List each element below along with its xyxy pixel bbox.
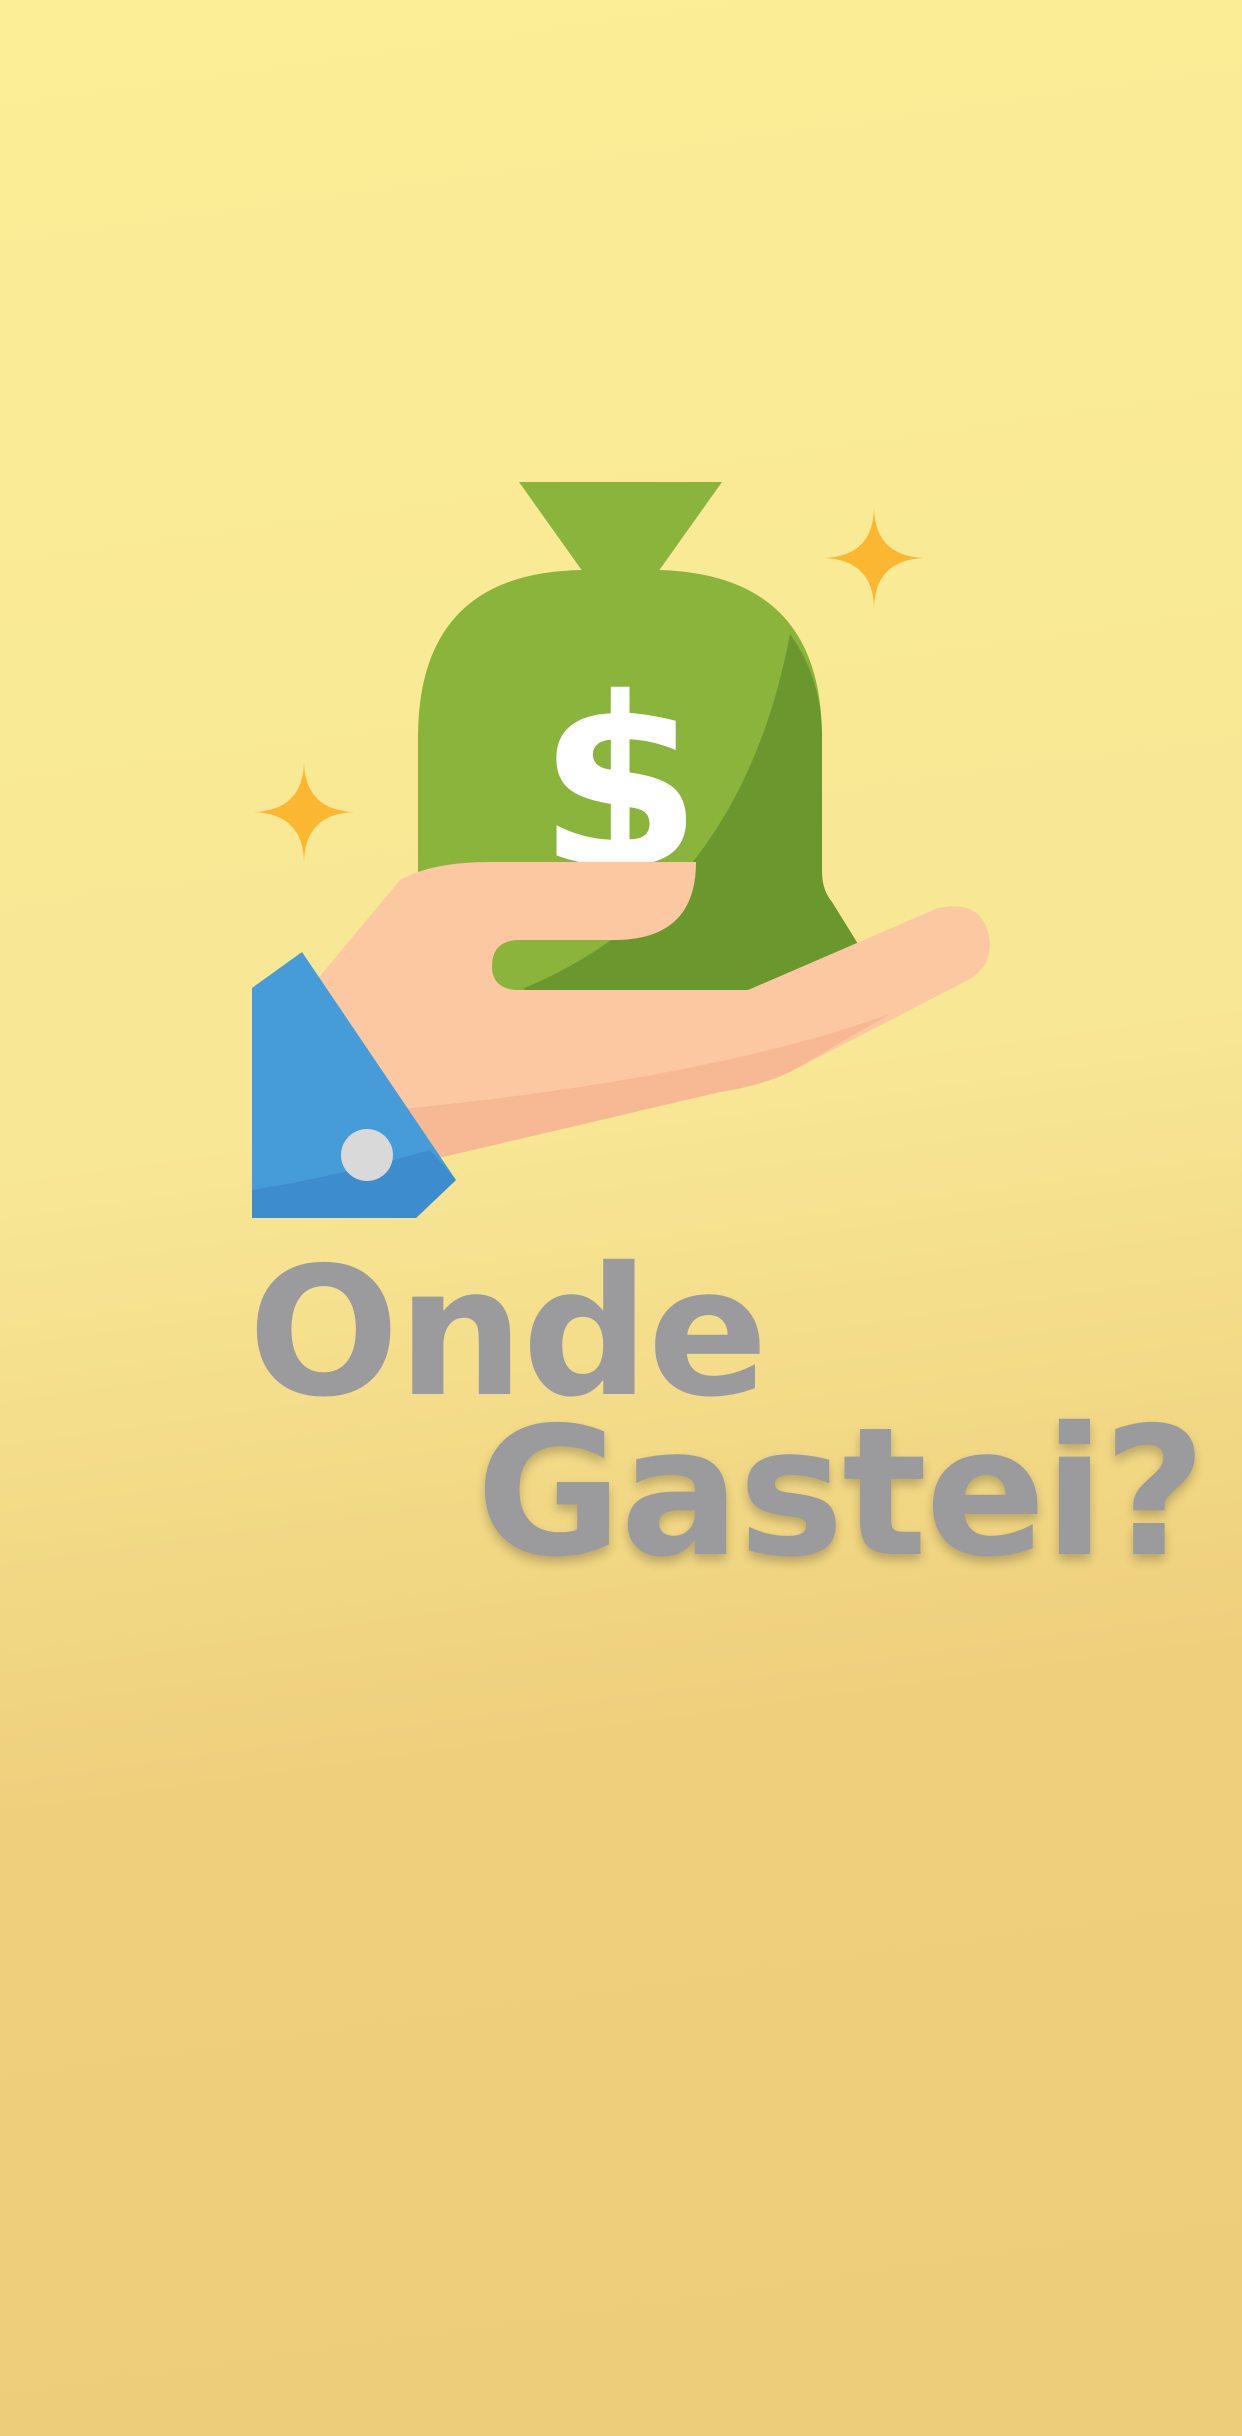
splash-screen: { "app": { "title_line_1": "Onde", "titl… bbox=[0, 0, 1242, 2436]
app-logo-title: Onde Gastei? bbox=[0, 0, 1242, 1600]
title-word-gastei: Gastei? bbox=[476, 1389, 1206, 1596]
